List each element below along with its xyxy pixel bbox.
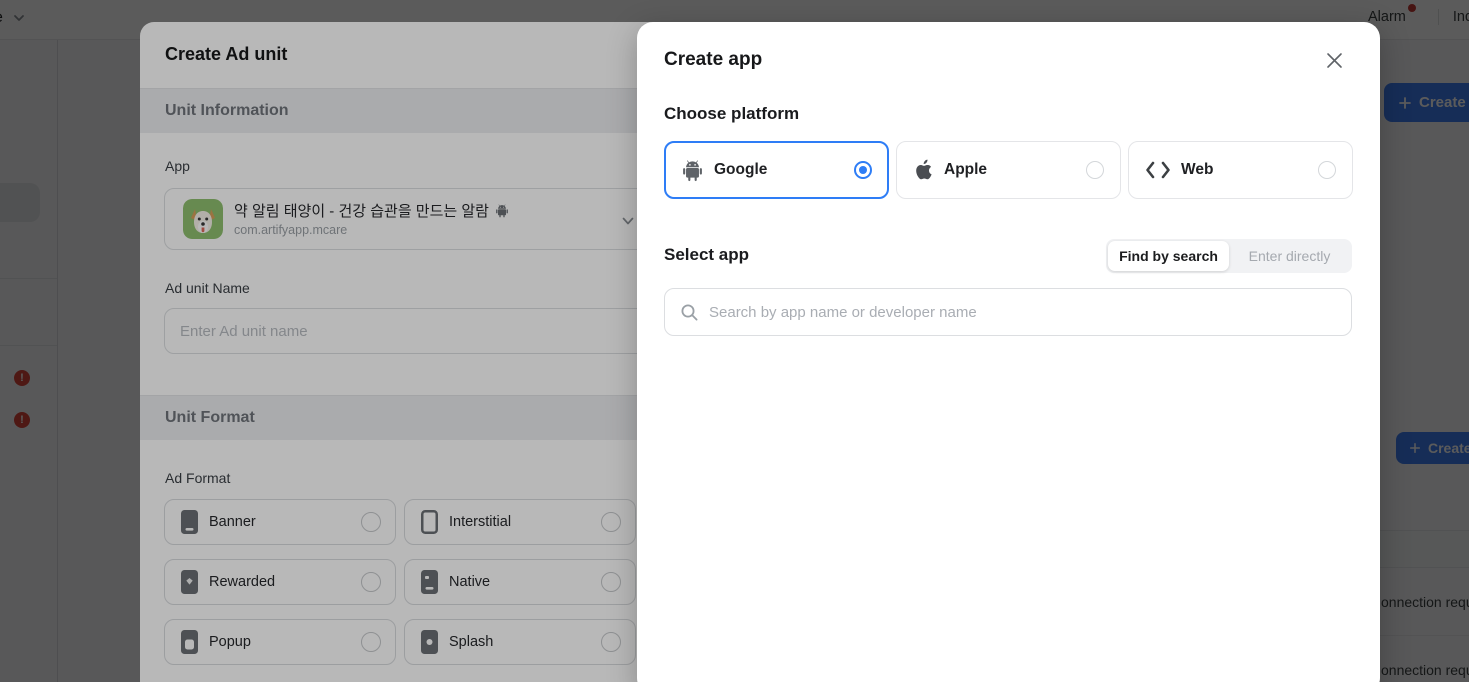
create-app-modal: Create app Choose platform Google Apple … [637, 22, 1380, 682]
platform-radio[interactable] [1318, 161, 1336, 179]
screen: e Alarm Inq ! ! Create A Create onnectio… [0, 0, 1469, 682]
choose-platform-heading: Choose platform [664, 104, 800, 123]
search-icon [681, 304, 698, 320]
android-icon [683, 160, 702, 182]
tab-enter-directly[interactable]: Enter directly [1229, 241, 1350, 271]
apple-icon [916, 159, 932, 180]
platform-options: Google Apple Web [664, 141, 1353, 199]
close-button[interactable] [1323, 49, 1345, 71]
create-app-title: Create app [664, 49, 763, 70]
app-search-input[interactable] [709, 303, 1336, 321]
app-search-field[interactable] [664, 288, 1352, 336]
platform-radio-selected[interactable] [854, 161, 872, 179]
tab-find-by-search[interactable]: Find by search [1108, 241, 1229, 271]
code-brackets-icon [1146, 161, 1170, 179]
platform-label: Web [1181, 161, 1214, 178]
platform-radio[interactable] [1086, 161, 1104, 179]
platform-label: Google [714, 161, 768, 178]
platform-label: Apple [944, 161, 988, 178]
platform-option-web[interactable]: Web [1128, 141, 1353, 199]
app-select-mode-tabs: Find by search Enter directly [1106, 239, 1352, 273]
close-icon [1326, 52, 1342, 68]
select-app-heading: Select app [664, 245, 750, 264]
platform-option-apple[interactable]: Apple [896, 141, 1121, 199]
platform-option-google[interactable]: Google [664, 141, 889, 199]
